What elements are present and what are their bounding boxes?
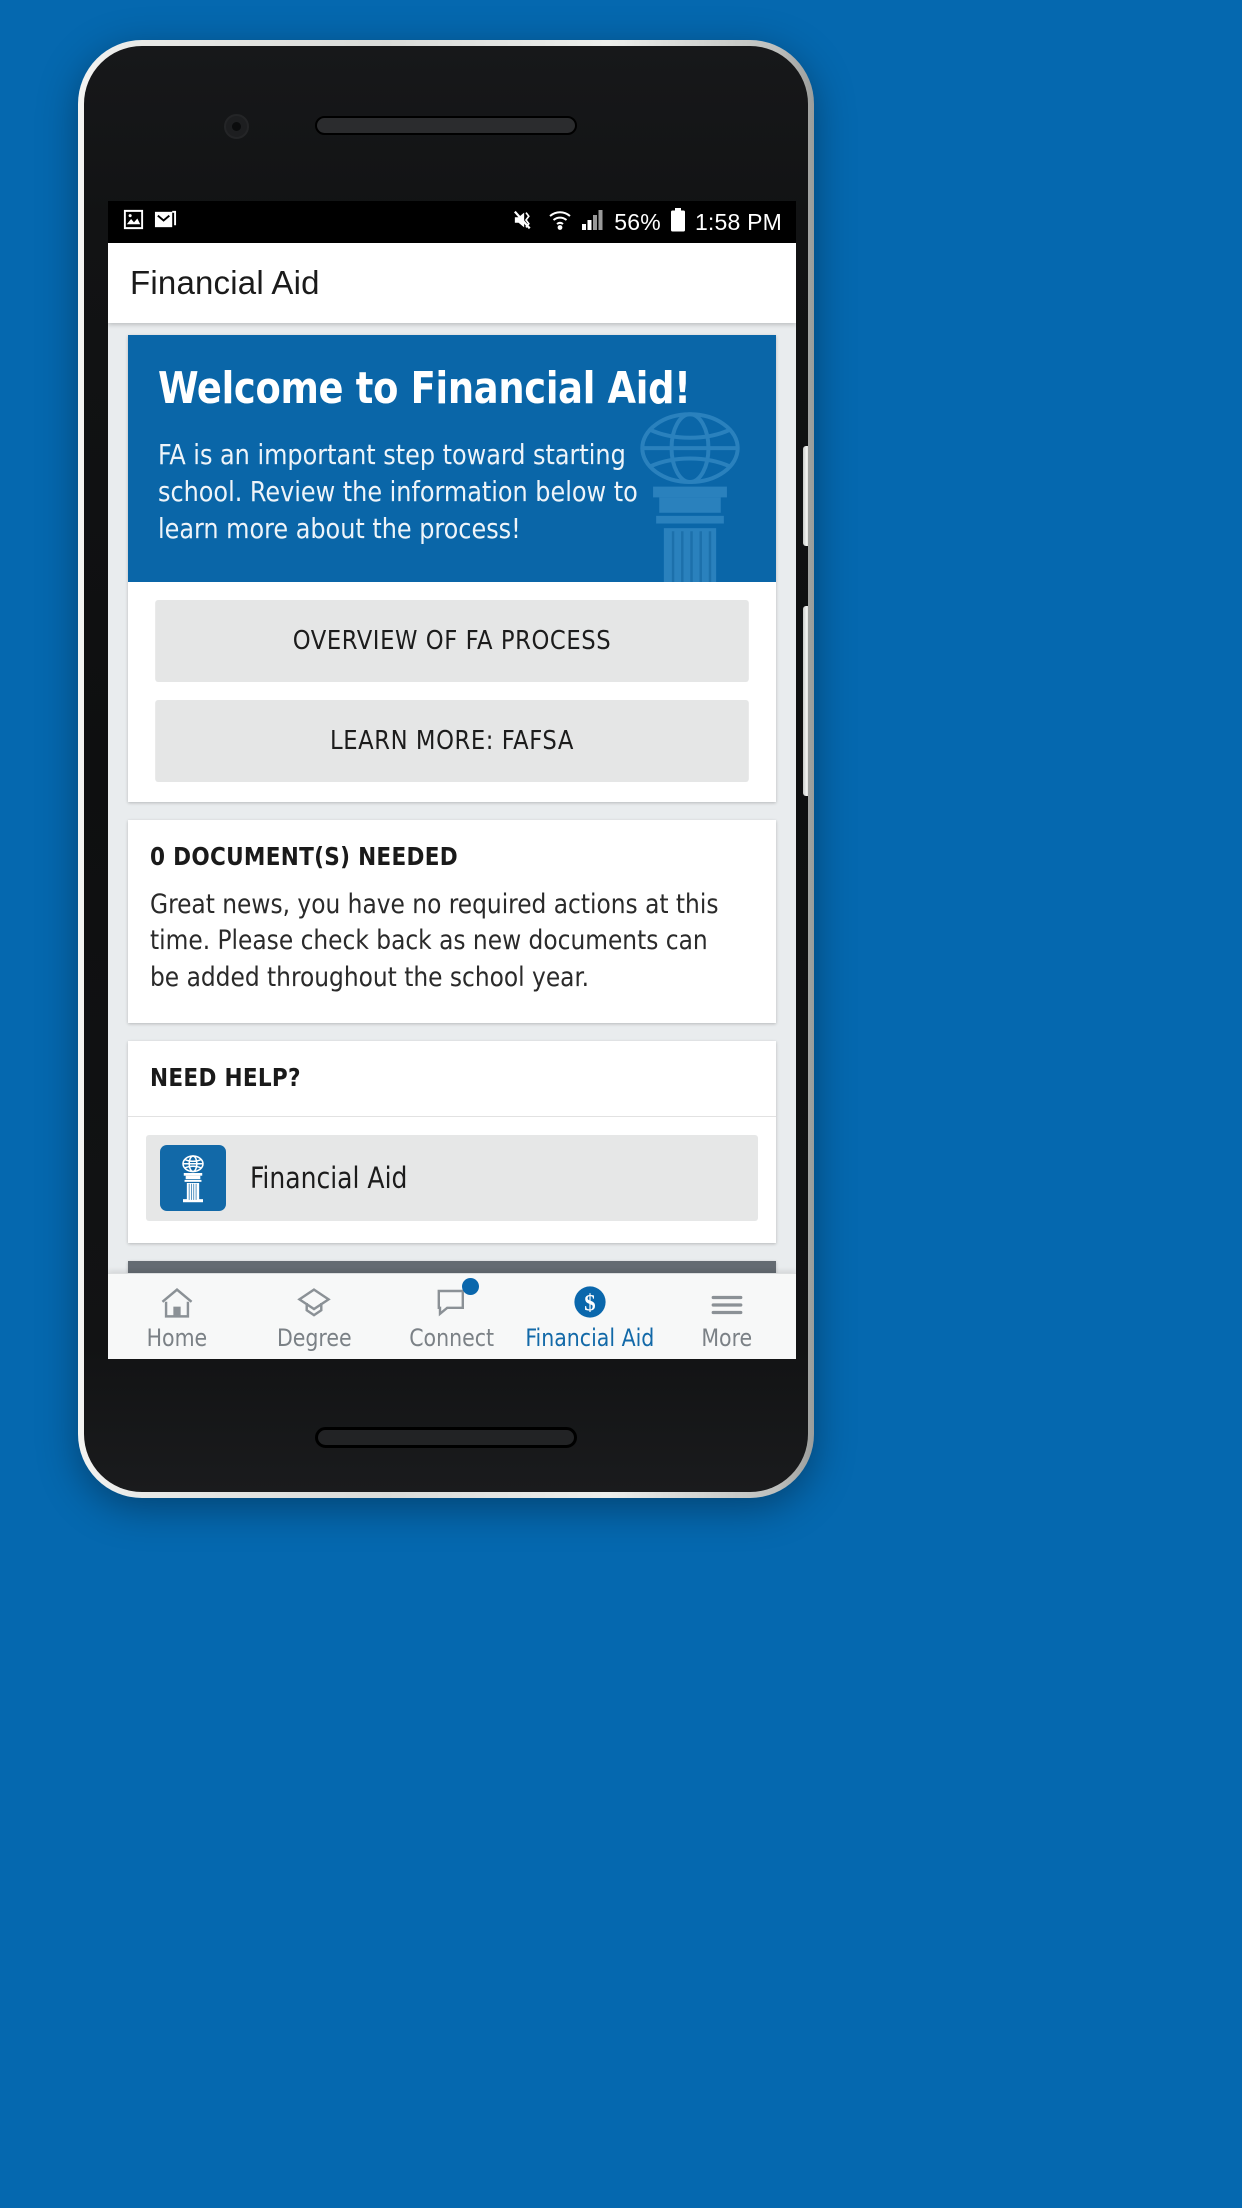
welcome-actions: OVERVIEW OF FA PROCESS LEARN MORE: FAFSA bbox=[128, 581, 776, 802]
learn-more-fafsa-button[interactable]: LEARN MORE: FAFSA bbox=[155, 699, 749, 782]
need-help-header: NEED HELP? bbox=[128, 1041, 776, 1117]
battery-percent-label: 56% bbox=[614, 208, 661, 235]
home-icon bbox=[158, 1282, 196, 1320]
nav-item-more[interactable]: More bbox=[658, 1282, 796, 1352]
nav-label: Financial Aid bbox=[525, 1323, 655, 1352]
power-button[interactable] bbox=[803, 446, 808, 546]
front-camera-icon bbox=[224, 114, 249, 139]
hamburger-menu-icon bbox=[708, 1282, 746, 1320]
volume-rocker-button[interactable] bbox=[803, 606, 808, 796]
documents-needed-body: Great news, you have no required actions… bbox=[150, 888, 719, 994]
nav-item-connect[interactable]: Connect bbox=[383, 1277, 521, 1352]
dollar-circle-icon: $ bbox=[571, 1282, 609, 1320]
list-item-label: Financial Aid bbox=[250, 1160, 408, 1195]
documents-needed-heading: 0 DOCUMENT(S) NEEDED bbox=[150, 841, 458, 871]
welcome-card: Welcome to Financial Aid! FA is an impor… bbox=[128, 335, 776, 802]
phone-frame: 56% 1:58 PM Financial Aid Welcome to Fin… bbox=[78, 40, 814, 1498]
earpiece-speaker bbox=[315, 116, 577, 135]
nav-label: Home bbox=[146, 1323, 208, 1352]
overview-of-fa-process-button[interactable]: OVERVIEW OF FA PROCESS bbox=[155, 599, 749, 682]
battery-icon bbox=[670, 207, 686, 237]
scroll-content[interactable]: Welcome to Financial Aid! FA is an impor… bbox=[108, 323, 796, 1359]
welcome-title: Welcome to Financial Aid! bbox=[158, 363, 691, 414]
nav-item-financial-aid[interactable]: $ Financial Aid bbox=[521, 1282, 659, 1352]
need-help-card: NEED HELP? Financial Aid bbox=[128, 1040, 776, 1243]
need-help-list: Financial Aid bbox=[128, 1117, 776, 1243]
status-bar-left-icons bbox=[122, 208, 177, 236]
svg-text:$: $ bbox=[584, 1290, 595, 1315]
nav-label: More bbox=[701, 1323, 753, 1352]
bottom-navigation-bar: Home Degree Connect $ Financial Aid More bbox=[108, 1273, 796, 1359]
status-bar: 56% 1:58 PM bbox=[108, 201, 796, 243]
bottom-speaker-grille bbox=[315, 1427, 577, 1448]
status-bar-right-icons: 56% 1:58 PM bbox=[513, 207, 782, 237]
notification-badge bbox=[461, 1277, 479, 1295]
clock-label: 1:58 PM bbox=[694, 208, 782, 235]
globe-column-icon bbox=[160, 1144, 226, 1211]
volume-mute-icon bbox=[513, 209, 539, 236]
email-icon bbox=[154, 208, 177, 236]
wifi-icon bbox=[548, 209, 572, 236]
page-title: Financial Aid bbox=[130, 264, 320, 301]
documents-needed-card: 0 DOCUMENT(S) NEEDED Great news, you hav… bbox=[128, 819, 776, 1023]
welcome-body: FA is an important step toward starting … bbox=[158, 438, 638, 546]
cell-signal-icon bbox=[581, 209, 605, 236]
nav-label: Connect bbox=[409, 1323, 495, 1352]
app-bar: Financial Aid bbox=[108, 243, 796, 323]
welcome-banner: Welcome to Financial Aid! FA is an impor… bbox=[128, 335, 776, 582]
chat-bubble-icon bbox=[434, 1277, 479, 1320]
graduation-cap-icon bbox=[295, 1282, 333, 1320]
list-item[interactable]: Financial Aid bbox=[146, 1134, 758, 1221]
phone-screen: 56% 1:58 PM Financial Aid Welcome to Fin… bbox=[108, 201, 796, 1359]
nav-item-degree[interactable]: Degree bbox=[246, 1282, 384, 1352]
nav-label: Degree bbox=[277, 1323, 352, 1352]
nav-item-home[interactable]: Home bbox=[108, 1282, 246, 1352]
phone-body: 56% 1:58 PM Financial Aid Welcome to Fin… bbox=[84, 46, 808, 1492]
need-help-heading: NEED HELP? bbox=[150, 1062, 301, 1092]
image-icon bbox=[122, 208, 145, 236]
